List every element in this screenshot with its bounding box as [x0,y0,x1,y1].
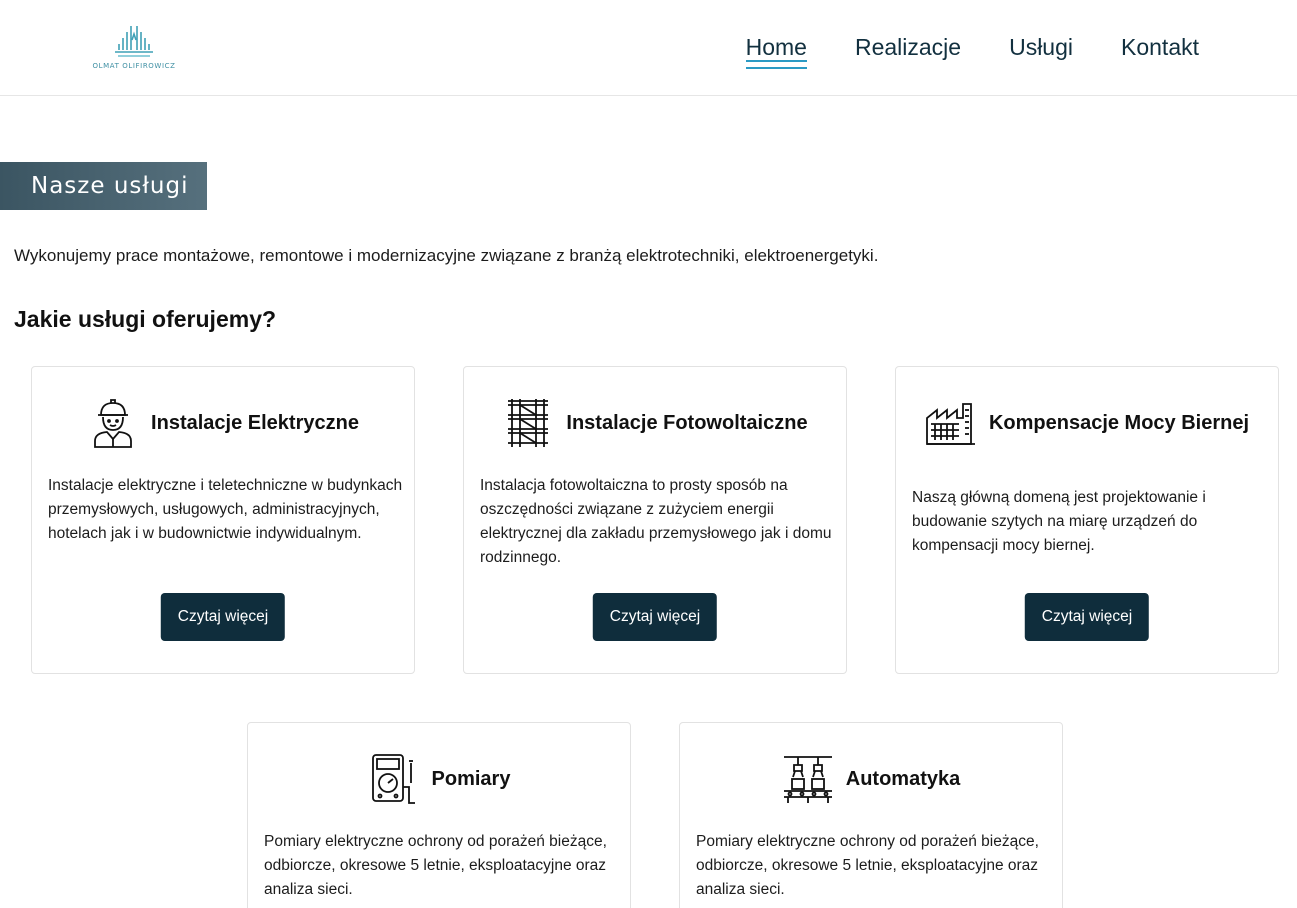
read-more-button[interactable]: Czytaj więcej [160,593,286,641]
read-more-button[interactable]: Czytaj więcej [1024,593,1150,641]
card-title: Pomiary [431,767,511,790]
nav-realizacje[interactable]: Realizacje [855,34,961,69]
factory-icon [925,397,977,449]
card-description: Instalacje elektryczne i teletechniczne … [48,477,403,542]
service-card-electrical: Instalacje Elektryczne Instalacje elektr… [31,366,415,674]
card-title: Automatyka [845,767,961,790]
nav-kontakt[interactable]: Kontakt [1121,34,1199,69]
logo-text: OLMAT OLIFIROWICZ [92,62,176,70]
electrician-icon [87,397,139,449]
services-heading: Jakie usługi oferujemy? [14,306,277,332]
service-card-photovoltaic: Instalacje Fotowoltaiczne Instalacja fot… [463,366,847,674]
scaffolding-icon [502,397,554,449]
read-more-button[interactable]: Czytaj więcej [592,593,718,641]
company-logo[interactable]: OLMAT OLIFIROWICZ [92,22,176,72]
intro-text: Wykonujemy prace montażowe, remontowe i … [14,246,879,265]
card-description: Instalacja fotowoltaiczna to prosty spos… [480,477,832,566]
multimeter-icon [368,753,420,805]
robotic-assembly-icon [782,753,834,805]
card-description: Pomiary elektryczne ochrony od porażeń b… [264,833,607,898]
service-card-measurements: Pomiary Pomiary elektryczne ochrony od p… [247,722,631,908]
service-card-compensation: Kompensacje Mocy Biernej Naszą główną do… [895,366,1279,674]
card-title: Instalacje Elektryczne [151,411,359,434]
service-card-automation: Automatyka Pomiary elektryczne ochrony o… [679,722,1063,908]
card-description: Naszą główną domeną jest projektowanie i… [912,489,1206,554]
site-header: OLMAT OLIFIROWICZ Home Realizacje Usługi… [0,0,1297,96]
logo-building-icon [115,26,153,57]
banner-title: Nasze usługi [31,173,189,199]
main-nav: Home Realizacje Usługi Kontakt [745,34,1199,69]
section-banner: Nasze usługi [0,162,207,210]
nav-home[interactable]: Home [745,34,808,69]
card-description: Pomiary elektryczne ochrony od porażeń b… [696,833,1039,898]
card-title: Instalacje Fotowoltaiczne [566,411,808,434]
nav-uslugi[interactable]: Usługi [1009,34,1073,69]
card-title: Kompensacje Mocy Biernej [988,411,1250,434]
